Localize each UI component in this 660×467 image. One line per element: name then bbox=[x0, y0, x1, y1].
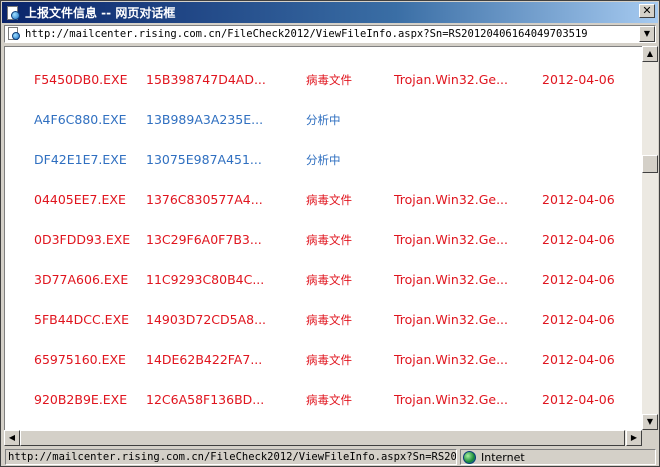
file-name: 3D77A606.EXE bbox=[34, 272, 129, 287]
file-row[interactable]: 0D3FDD93.EXE 13C29F6A0F7B3... 病毒文件 Trojan.W… bbox=[5, 230, 642, 250]
file-status: 病毒文件 bbox=[306, 193, 352, 207]
file-name: 920B2B9E.EXE bbox=[34, 392, 128, 407]
file-status: 病毒文件 bbox=[306, 233, 352, 247]
report-date: 2012-04-06 bbox=[542, 272, 615, 287]
file-name: 0D3FDD93.EXE bbox=[34, 232, 131, 247]
virus-name: Trojan.Win32.Ge... bbox=[394, 312, 508, 327]
scroll-left-button[interactable]: ◀ bbox=[4, 430, 20, 446]
file-hash: 1376C830577A4... bbox=[146, 192, 263, 207]
virus-name: Trojan.Win32.Ge... bbox=[394, 392, 508, 407]
file-row[interactable]: 65975160.EXE 14DE62B422FA7... 病毒文件 Trojan.W… bbox=[5, 350, 642, 370]
virus-name: Trojan.Win32.Ge... bbox=[394, 232, 508, 247]
security-zone[interactable]: Internet bbox=[460, 449, 656, 465]
address-bar[interactable]: http://mailcenter.rising.com.cn/FileChec… bbox=[4, 25, 656, 43]
file-status: 病毒文件 bbox=[306, 393, 352, 407]
file-hash: 14DE62B422FA7... bbox=[146, 352, 263, 367]
virus-name: Trojan.Win32.Ge... bbox=[394, 352, 508, 367]
file-name: 5FB44DCC.EXE bbox=[34, 312, 130, 327]
file-name: DF42E1E7.EXE bbox=[34, 152, 127, 167]
file-hash: 14903D72CD5A8... bbox=[146, 312, 267, 327]
file-row[interactable]: F5450DB0.EXE 15B398747D4AD... 病毒文件 Trojan.W… bbox=[5, 70, 642, 90]
file-hash: 13C29F6A0F7B3... bbox=[146, 232, 262, 247]
file-list: F5450DB0.EXE 15B398747D4AD... 病毒文件 Trojan.W… bbox=[4, 46, 642, 430]
file-status: 病毒文件 bbox=[306, 353, 352, 367]
scroll-up-button[interactable]: ▲ bbox=[642, 46, 658, 62]
internet-globe-icon bbox=[463, 450, 476, 464]
file-row[interactable]: DF42E1E7.EXE 13075E987A451... 分析中 bbox=[5, 150, 642, 170]
file-hash: 12C6A58F136BD... bbox=[146, 392, 265, 407]
dialog-window: 上报文件信息 -- 网页对话框 ✕ http://mailcenter.risi… bbox=[0, 0, 660, 467]
report-date: 2012-04-06 bbox=[542, 232, 615, 247]
virus-name: Trojan.Win32.Ge... bbox=[394, 72, 508, 87]
address-url[interactable]: http://mailcenter.rising.com.cn/FileChec… bbox=[25, 28, 639, 40]
file-status: 病毒文件 bbox=[306, 273, 352, 287]
file-hash: 13075E987A451... bbox=[146, 152, 262, 167]
file-hash: 11C9293C80B4C... bbox=[146, 272, 265, 287]
file-row[interactable]: A4F6C880.EXE 13B989A3A235E... 分析中 bbox=[5, 110, 642, 130]
horizontal-scroll-thumb[interactable] bbox=[20, 430, 625, 446]
file-name: F5450DB0.EXE bbox=[34, 72, 128, 87]
ie-page-icon bbox=[7, 27, 21, 41]
file-row[interactable]: 3D77A606.EXE 11C9293C80B4C... 病毒文件 Trojan.W… bbox=[5, 270, 642, 290]
file-hash: 15B398747D4AD... bbox=[146, 72, 266, 87]
close-button[interactable]: ✕ bbox=[639, 4, 655, 18]
report-date: 2012-04-06 bbox=[542, 352, 615, 367]
scrollbar-corner bbox=[642, 430, 658, 446]
scroll-down-button[interactable]: ▼ bbox=[642, 414, 658, 430]
report-date: 2012-04-06 bbox=[542, 392, 615, 407]
title-bar[interactable]: 上报文件信息 -- 网页对话框 ✕ bbox=[2, 2, 658, 23]
vertical-scroll-thumb[interactable] bbox=[642, 155, 658, 173]
report-date: 2012-04-06 bbox=[542, 72, 615, 87]
status-url: http://mailcenter.rising.com.cn/FileChec… bbox=[5, 449, 457, 465]
report-date: 2012-04-06 bbox=[542, 312, 615, 327]
ie-page-icon bbox=[5, 5, 21, 21]
vertical-scrollbar[interactable]: ▲ ▼ bbox=[642, 46, 658, 430]
virus-name: Trojan.Win32.Ge... bbox=[394, 192, 508, 207]
file-row[interactable]: 920B2B9E.EXE 12C6A58F136BD... 病毒文件 Trojan.W… bbox=[5, 390, 642, 410]
file-hash: 13B989A3A235E... bbox=[146, 112, 264, 127]
file-name: A4F6C880.EXE bbox=[34, 112, 127, 127]
file-status: 分析中 bbox=[306, 153, 341, 167]
scroll-right-button[interactable]: ▶ bbox=[626, 430, 642, 446]
address-dropdown-icon[interactable]: ▼ bbox=[639, 26, 655, 42]
file-row[interactable]: 5FB44DCC.EXE 14903D72CD5A8... 病毒文件 Trojan.W… bbox=[5, 310, 642, 330]
file-row[interactable]: 04405EE7.EXE 1376C830577A4... 病毒文件 Trojan.W… bbox=[5, 190, 642, 210]
horizontal-scrollbar[interactable]: ◀ ▶ bbox=[4, 430, 642, 446]
file-name: 65975160.EXE bbox=[34, 352, 126, 367]
file-name: 04405EE7.EXE bbox=[34, 192, 126, 207]
status-bar: http://mailcenter.rising.com.cn/FileChec… bbox=[2, 448, 658, 466]
window-title: 上报文件信息 -- 网页对话框 bbox=[25, 6, 176, 20]
report-date: 2012-04-06 bbox=[542, 192, 615, 207]
zone-label: Internet bbox=[481, 450, 525, 464]
file-status: 分析中 bbox=[306, 113, 341, 127]
file-status: 病毒文件 bbox=[306, 73, 352, 87]
virus-name: Trojan.Win32.Ge... bbox=[394, 272, 508, 287]
file-status: 病毒文件 bbox=[306, 313, 352, 327]
